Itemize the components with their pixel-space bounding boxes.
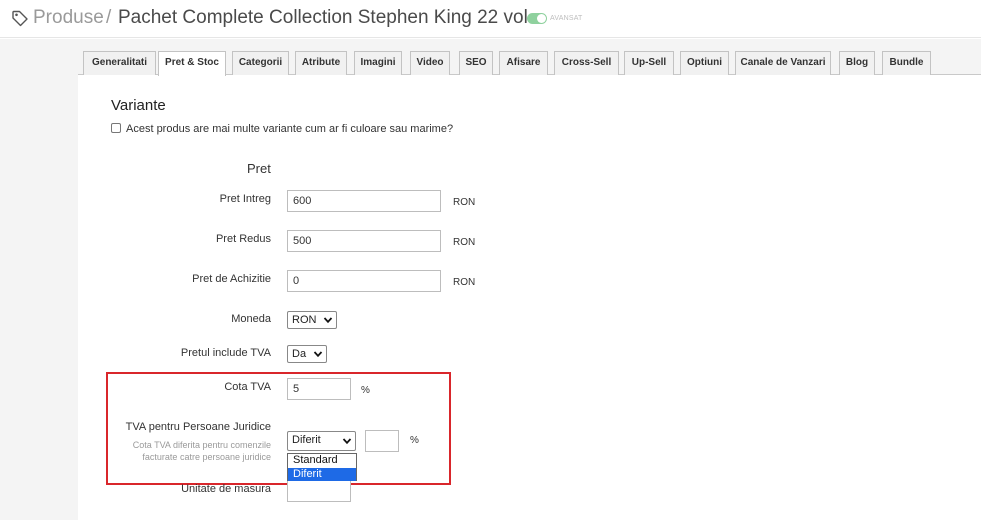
- tab-bundle[interactable]: Bundle: [882, 51, 931, 75]
- advanced-toggle[interactable]: [527, 13, 547, 24]
- include-tva-label: Pretul include TVA: [180, 347, 271, 359]
- include-tva-select-value: Da: [292, 348, 307, 360]
- chevron-down-icon: [313, 351, 323, 358]
- dropdown-option-diferit[interactable]: Diferit: [288, 468, 356, 481]
- breadcrumb-produse-link[interactable]: Produse: [33, 7, 104, 29]
- tab-seo[interactable]: SEO: [459, 51, 493, 75]
- page-title: Pachet Complete Collection Stephen King …: [118, 7, 534, 28]
- tab-generalitati[interactable]: Generalitati: [83, 51, 156, 75]
- pret-achizitie-label: Pret de Achizitie: [192, 273, 271, 285]
- tva-pj-label: TVA pentru Persoane Juridice: [125, 421, 271, 433]
- left-gutter: [0, 39, 78, 520]
- advanced-toggle-label: AVANSAT: [550, 15, 583, 22]
- variants-heading: Variante: [111, 97, 166, 114]
- pret-intreg-unit: RON: [453, 197, 476, 208]
- tab-pret-stoc[interactable]: Pret & Stoc: [158, 51, 226, 76]
- page-header: Produse / Pachet Complete Collection Ste…: [0, 0, 981, 38]
- pret-achizitie-input[interactable]: 0: [287, 270, 441, 292]
- chevron-down-icon: [323, 317, 333, 324]
- tag-icon: [12, 10, 28, 27]
- pret-redus-label: Pret Redus: [215, 233, 271, 245]
- tab-canale-de-vanzari[interactable]: Canale de Vanzari: [735, 51, 831, 75]
- moneda-select[interactable]: RON: [287, 311, 337, 329]
- tab-cross-sell[interactable]: Cross-Sell: [554, 51, 619, 75]
- tab-categorii[interactable]: Categorii: [232, 51, 289, 75]
- tab-imagini[interactable]: Imagini: [354, 51, 402, 75]
- variants-checkbox-label: Acest produs are mai multe variante cum …: [126, 123, 454, 135]
- pret-achizitie-unit: RON: [453, 277, 476, 288]
- cota-tva-input[interactable]: 5: [287, 378, 351, 400]
- toggle-knob: [537, 14, 546, 23]
- unitate-masura-input[interactable]: [287, 480, 351, 502]
- tab-afisare[interactable]: Afisare: [499, 51, 548, 75]
- tab-blog[interactable]: Blog: [839, 51, 875, 75]
- cota-tva-unit: %: [361, 385, 370, 396]
- pret-redus-input[interactable]: 500: [287, 230, 441, 252]
- tva-pj-select[interactable]: Diferit: [287, 431, 356, 451]
- tva-pj-dropdown-list: Standard Diferit: [287, 453, 357, 481]
- tva-pj-percent-unit: %: [410, 435, 419, 446]
- pret-intreg-label: Pret Intreg: [219, 193, 271, 205]
- breadcrumb-separator: /: [106, 7, 112, 28]
- tva-pj-help-line1: Cota TVA diferita pentru comenzile: [132, 440, 271, 450]
- unitate-masura-label: Unitate de masura: [181, 483, 271, 495]
- moneda-select-value: RON: [292, 314, 317, 326]
- tva-pj-select-value: Diferit: [292, 434, 321, 446]
- pret-redus-unit: RON: [453, 237, 476, 248]
- pret-group-label: Pret: [247, 161, 271, 176]
- tab-up-sell[interactable]: Up-Sell: [624, 51, 674, 75]
- dropdown-option-standard[interactable]: Standard: [288, 454, 356, 467]
- tab-optiuni[interactable]: Optiuni: [680, 51, 729, 75]
- cota-tva-label: Cota TVA: [224, 381, 271, 393]
- pret-intreg-input[interactable]: 600: [287, 190, 441, 212]
- variants-checkbox[interactable]: [111, 123, 121, 133]
- chevron-down-icon: [342, 438, 352, 445]
- tva-pj-percent-input[interactable]: [365, 430, 399, 452]
- tab-atribute[interactable]: Atribute: [295, 51, 347, 75]
- tab-video[interactable]: Video: [410, 51, 450, 75]
- tva-pj-help-line2: facturate catre persoane juridice: [142, 452, 271, 462]
- include-tva-select[interactable]: Da: [287, 345, 327, 363]
- tab-bar: Generalitati Pret & Stoc Categorii Atrib…: [78, 39, 981, 76]
- moneda-label: Moneda: [231, 313, 271, 325]
